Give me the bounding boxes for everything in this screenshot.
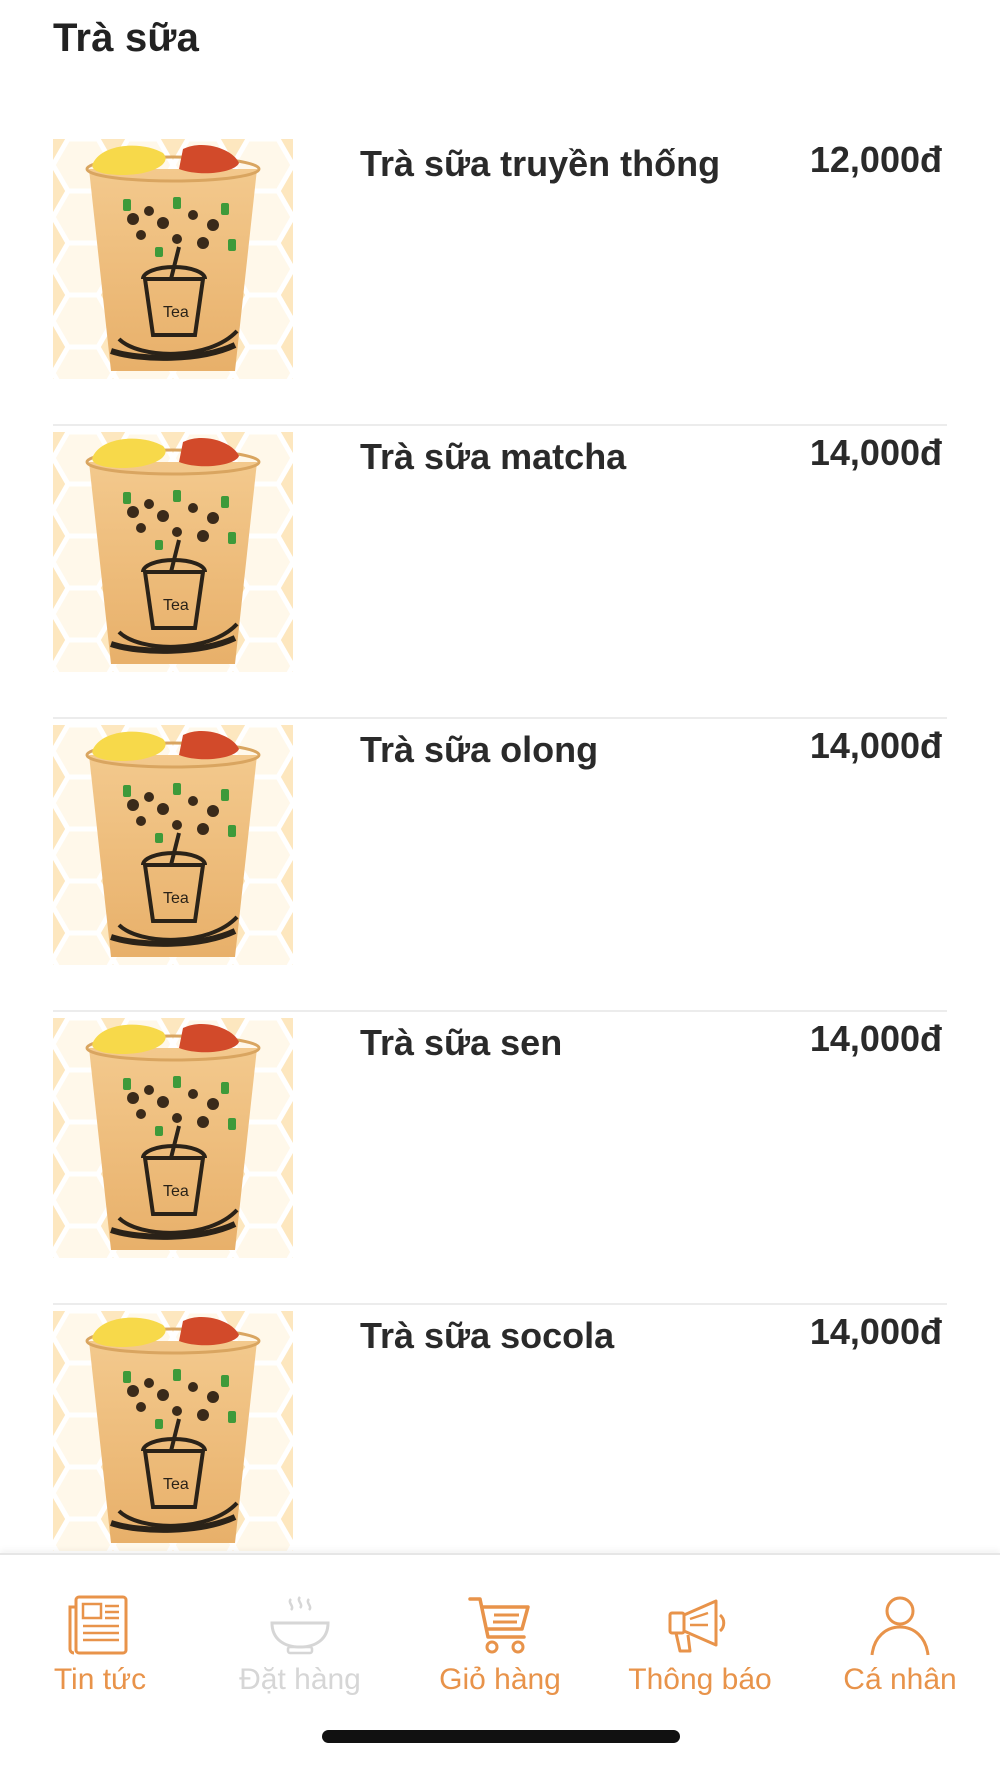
tab-tin-tuc[interactable]: Tin tức bbox=[0, 1591, 200, 1701]
tab-label: Thông báo bbox=[628, 1663, 772, 1696]
person-icon bbox=[870, 1596, 930, 1656]
product-price: 14,000đ bbox=[809, 1018, 942, 1059]
svg-text:Tea: Tea bbox=[163, 1476, 189, 1493]
megaphone-icon bbox=[668, 1599, 726, 1653]
tab-bar: Tin tức Đặt hàng Giỏ hàng Thông báo Cá n… bbox=[0, 1553, 1000, 1778]
screen: Trà sữa Tea Trà sữa truyền thống 12,000đ… bbox=[0, 0, 1000, 1778]
product-row[interactable]: Tea Trà sữa truyền thống 12,000đ bbox=[53, 133, 947, 426]
product-image[interactable]: Tea bbox=[53, 1018, 293, 1258]
tab-thong-bao[interactable]: Thông báo bbox=[600, 1591, 800, 1701]
tab-label: Giỏ hàng bbox=[439, 1663, 561, 1696]
page-title: Trà sữa bbox=[53, 16, 200, 60]
svg-text:Tea: Tea bbox=[163, 1183, 189, 1200]
product-list: Tea Trà sữa truyền thống 12,000đ Tea Trà… bbox=[53, 133, 947, 1598]
product-price: 14,000đ bbox=[809, 1311, 942, 1352]
product-row[interactable]: Tea Trà sữa matcha 14,000đ bbox=[53, 426, 947, 719]
product-name: Trà sữa truyền thống bbox=[360, 143, 721, 184]
product-price: 14,000đ bbox=[809, 725, 942, 766]
product-image[interactable]: Tea bbox=[53, 139, 293, 379]
product-image[interactable]: Tea bbox=[53, 725, 293, 965]
newspaper-icon bbox=[68, 1595, 128, 1655]
tab-label: Tin tức bbox=[53, 1663, 147, 1696]
home-indicator[interactable] bbox=[322, 1730, 680, 1743]
product-image[interactable]: Tea bbox=[53, 432, 293, 672]
product-name: Trà sữa socola bbox=[360, 1315, 615, 1356]
product-name: Trà sữa sen bbox=[360, 1022, 563, 1063]
svg-text:Tea: Tea bbox=[163, 890, 189, 907]
product-price: 12,000đ bbox=[809, 139, 942, 180]
product-name: Trà sữa olong bbox=[360, 729, 599, 770]
tab-label: Đặt hàng bbox=[239, 1663, 361, 1696]
product-price: 14,000đ bbox=[809, 432, 942, 473]
tab-dat-hang[interactable]: Đặt hàng bbox=[200, 1591, 400, 1701]
cart-icon bbox=[468, 1597, 530, 1654]
tab-ca-nhan[interactable]: Cá nhân bbox=[800, 1591, 1000, 1701]
product-image[interactable]: Tea bbox=[53, 1311, 293, 1551]
svg-text:Tea: Tea bbox=[163, 597, 189, 614]
product-row[interactable]: Tea Trà sữa sen 14,000đ bbox=[53, 1012, 947, 1305]
tab-gio-hang[interactable]: Giỏ hàng bbox=[400, 1591, 600, 1701]
product-name: Trà sữa matcha bbox=[360, 436, 627, 477]
svg-text:Tea: Tea bbox=[163, 304, 189, 321]
tab-label: Cá nhân bbox=[843, 1663, 957, 1696]
product-row[interactable]: Tea Trà sữa olong 14,000đ bbox=[53, 719, 947, 1012]
bowl-icon bbox=[270, 1596, 330, 1655]
